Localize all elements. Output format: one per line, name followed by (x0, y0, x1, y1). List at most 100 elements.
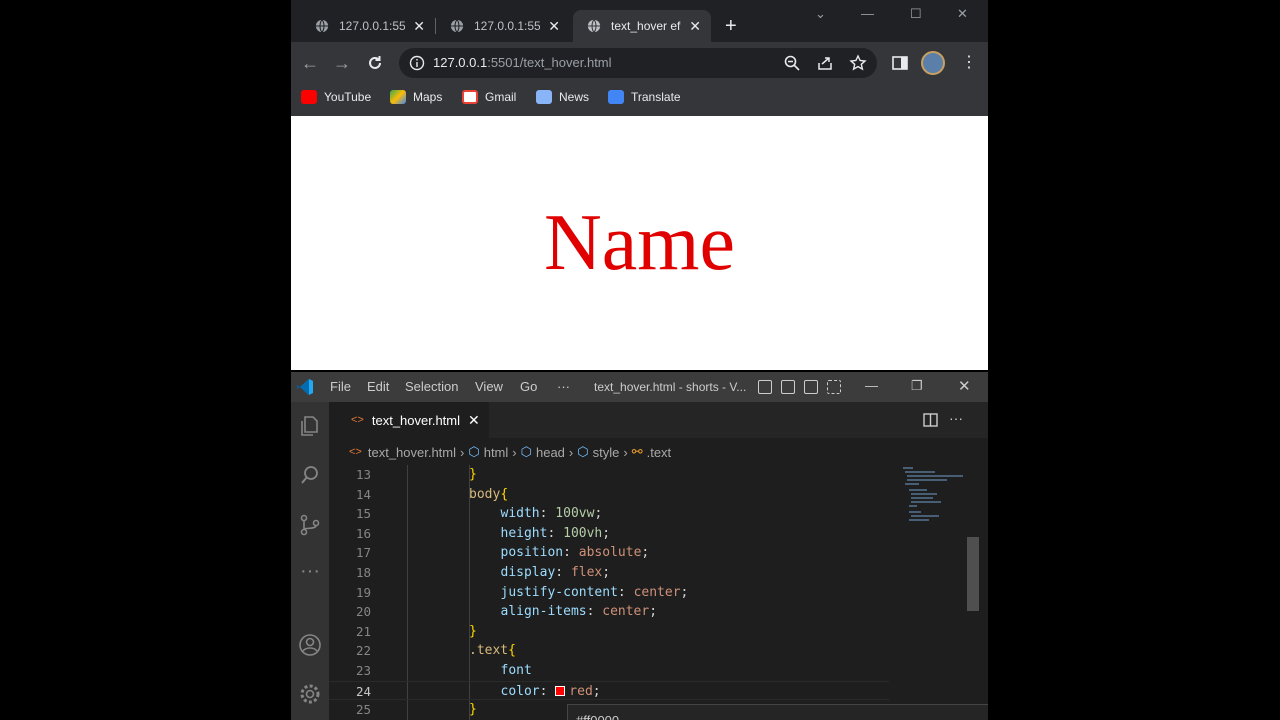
code-editor[interactable]: 13} 14 body{15 width: 100vw; 16 height: 100vh… (329, 465, 988, 720)
code-line[interactable]: 24 color: red; (329, 680, 889, 701)
browser-tab-2[interactable]: 127.0.0.1:550 ✕ (436, 10, 570, 42)
selector-icon: ⚯ (631, 444, 643, 459)
globe-icon (587, 19, 601, 33)
browser-toolbar: ← → 127.0.0.1:5501/text_hover.html ⋮ (291, 42, 988, 84)
tab-search-icon[interactable]: ⌄ (815, 6, 826, 22)
menu-selection[interactable]: Selection (405, 379, 458, 394)
split-editor-icon[interactable] (923, 413, 938, 427)
forward-icon[interactable]: → (333, 52, 351, 74)
editor-tab-close-icon[interactable]: ✕ (468, 412, 480, 429)
html-file-icon: <> (349, 446, 362, 458)
url-host: 127.0.0.1 (433, 55, 488, 70)
vscode-titlebar: File Edit Selection View Go ··· text_hov… (291, 372, 988, 402)
tab-close-icon[interactable]: ✕ (689, 18, 701, 35)
tab-close-icon[interactable]: ✕ (548, 18, 560, 35)
toggle-sidebar-icon[interactable] (758, 380, 772, 394)
site-info-icon[interactable] (409, 55, 425, 71)
line-number: 24 (355, 683, 371, 699)
code-line[interactable]: 16 height: 100vh; (329, 524, 889, 544)
color-hex-value[interactable]: #ff0000 (576, 713, 619, 720)
reload-icon[interactable] (366, 54, 384, 72)
code-line[interactable]: 20 align-items: center; (329, 602, 889, 622)
code-line[interactable]: 22 .text{ (329, 641, 889, 661)
code-text: body{ (469, 486, 509, 502)
code-text: } (469, 623, 477, 639)
bookmark-youtube[interactable]: YouTube (301, 90, 371, 104)
maximize-button[interactable]: ☐ (910, 6, 922, 22)
url-text: 127.0.0.1:5501/text_hover.html (433, 55, 612, 70)
tab-close-icon[interactable]: ✕ (413, 18, 425, 35)
bookmark-news[interactable]: News (536, 90, 589, 104)
editor-tab-label: text_hover.html (371, 412, 461, 428)
code-line[interactable]: 18 display: flex; (329, 563, 889, 583)
side-panel-icon[interactable] (891, 54, 909, 72)
gear-icon[interactable] (298, 682, 322, 706)
code-line[interactable]: 17 position: absolute; (329, 543, 889, 563)
new-tab-button[interactable]: + (725, 14, 737, 38)
tab-title: 127.0.0.1:550 (474, 19, 541, 33)
bookmark-translate[interactable]: Translate (608, 90, 681, 104)
browser-tab-1[interactable]: 127.0.0.1:550 ✕ (301, 10, 435, 42)
line-number: 15 (355, 506, 371, 522)
youtube-icon (301, 90, 317, 104)
tab-title: 127.0.0.1:550 (339, 19, 406, 33)
code-line[interactable]: 21} (329, 622, 889, 642)
explorer-icon[interactable] (298, 414, 322, 438)
minimize-button[interactable]: — (861, 6, 874, 21)
vscode-minimize-button[interactable]: — (865, 378, 878, 393)
code-line[interactable]: 19 justify-content: center; (329, 583, 889, 603)
code-line[interactable]: 14 body{ (329, 485, 889, 505)
code-text: } (469, 467, 477, 482)
toggle-panel-icon[interactable] (781, 380, 795, 394)
close-window-button[interactable]: ✕ (957, 6, 968, 22)
menu-edit[interactable]: Edit (367, 379, 389, 394)
breadcrumb-file[interactable]: text_hover.html (368, 445, 456, 460)
breadcrumb-style[interactable]: style (593, 445, 620, 460)
minimap[interactable] (901, 465, 965, 545)
zoom-icon[interactable] (783, 54, 801, 72)
menu-more[interactable]: ··· (557, 379, 570, 394)
page-heading[interactable]: Name (291, 198, 988, 288)
globe-icon (450, 19, 464, 33)
menu-go[interactable]: Go (520, 379, 537, 394)
code-line[interactable]: 15 width: 100vw; (329, 504, 889, 524)
code-line[interactable]: 13} (329, 465, 889, 485)
vscode-close-button[interactable]: ✕ (958, 377, 971, 395)
share-icon[interactable] (816, 54, 834, 72)
menu-kebab-icon[interactable]: ⋮ (961, 52, 977, 72)
editor-area: <> text_hover.html ✕ ··· <> text_hover.h… (329, 402, 988, 720)
editor-tab-text-hover[interactable]: <> text_hover.html ✕ (329, 402, 489, 438)
bookmark-maps[interactable]: Maps (390, 90, 442, 104)
code-text: } (469, 702, 477, 718)
code-text: align-items: center; (500, 604, 658, 620)
breadcrumb-html[interactable]: html (484, 445, 509, 460)
bookmark-gmail[interactable]: Gmail (462, 90, 516, 104)
source-control-icon[interactable] (298, 513, 322, 537)
back-icon[interactable]: ← (301, 52, 319, 74)
line-number: 16 (355, 525, 371, 541)
avatar[interactable] (921, 51, 945, 75)
bookmark-star-icon[interactable] (849, 54, 867, 72)
line-number: 21 (355, 623, 371, 639)
globe-icon (315, 19, 329, 33)
account-icon[interactable] (298, 633, 322, 657)
bookmark-label: Maps (413, 90, 443, 104)
toggle-secondary-sidebar-icon[interactable] (804, 380, 818, 394)
code-line[interactable]: 23 font (329, 661, 889, 681)
editor-more-actions-icon[interactable]: ··· (949, 410, 963, 426)
vscode-restore-button[interactable]: ❐ (911, 378, 923, 394)
more-views-icon[interactable]: ··· (298, 561, 322, 587)
menu-view[interactable]: View (475, 379, 503, 394)
menu-file[interactable]: File (330, 379, 351, 394)
maps-icon (390, 90, 406, 104)
address-bar[interactable]: 127.0.0.1:5501/text_hover.html (399, 48, 877, 78)
bookmark-label: News (559, 90, 590, 104)
browser-tab-active[interactable]: text_hover ef ✕ (573, 10, 711, 42)
vertical-scrollbar[interactable] (967, 537, 979, 611)
customize-layout-icon[interactable] (827, 380, 841, 394)
breadcrumb-selector[interactable]: .text (647, 445, 672, 460)
line-number: 23 (355, 663, 371, 678)
code-text: color: red; (500, 683, 601, 699)
search-icon[interactable] (298, 463, 322, 487)
breadcrumb-head[interactable]: head (536, 445, 565, 460)
